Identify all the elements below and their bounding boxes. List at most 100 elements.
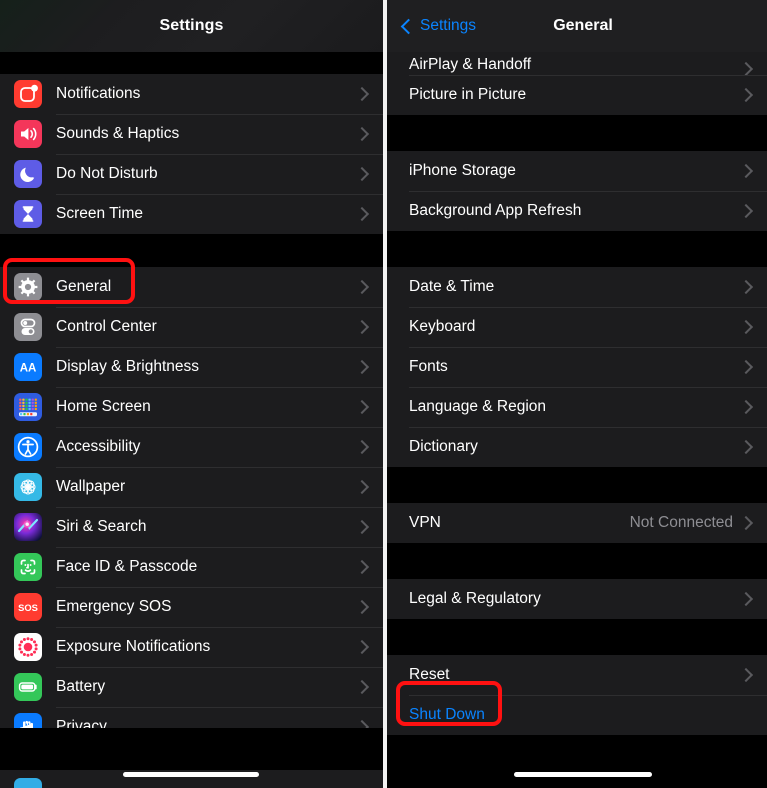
settings-row-date-time[interactable]: Date & Time [387, 267, 767, 307]
settings-row-siri-search[interactable]: Siri & Search [0, 507, 383, 547]
settings-row-label: Accessibility [56, 438, 141, 455]
chevron-right-icon [354, 479, 370, 495]
settings-row-home-screen[interactable]: Home Screen [0, 387, 383, 427]
chevron-right-icon [738, 439, 754, 455]
settings-row-label: General [56, 278, 112, 295]
back-button[interactable]: Settings [400, 17, 477, 35]
left-bottom-background [0, 728, 383, 770]
display-brightness-icon: AA [14, 353, 42, 381]
settings-row-control-center[interactable]: Control Center [0, 307, 383, 347]
settings-group: Date & Time Keyboard Fonts Language & Regio… [387, 267, 767, 467]
app-store-icon [14, 778, 42, 788]
gear-icon [14, 273, 42, 301]
settings-row-language-region[interactable]: Language & Region [387, 387, 767, 427]
settings-row-label: Background App Refresh [409, 202, 582, 219]
settings-row-label: Picture in Picture [409, 86, 527, 103]
settings-row-airplay-handoff[interactable]: AirPlay & Handoff [387, 52, 767, 77]
settings-row-label: Keyboard [409, 318, 476, 335]
home-indicator-left[interactable] [123, 772, 259, 777]
settings-row-value: Not Connected [629, 514, 733, 531]
home-screen-icon [14, 393, 42, 421]
settings-row-shut-down[interactable]: Shut Down [387, 695, 767, 735]
settings-row-emergency-sos[interactable]: SOS Emergency SOS [0, 587, 383, 627]
chevron-right-icon [738, 359, 754, 375]
settings-row-accessibility[interactable]: Accessibility [0, 427, 383, 467]
chevron-right-icon [354, 399, 370, 415]
settings-row-wallpaper[interactable]: Wallpaper [0, 467, 383, 507]
chevron-right-icon [738, 591, 754, 607]
settings-row-battery[interactable]: Battery [0, 667, 383, 707]
settings-row-vpn[interactable]: VPN Not Connected [387, 503, 767, 543]
page-title: Settings [159, 17, 224, 34]
settings-group-notifications: Notifications Sounds & Haptics Do Not Dist… [0, 74, 383, 234]
settings-row-keyboard[interactable]: Keyboard [387, 307, 767, 347]
settings-row-legal-regulatory[interactable]: Legal & Regulatory [387, 579, 767, 619]
hourglass-icon [14, 200, 42, 228]
right-bottom-background [387, 736, 767, 788]
chevron-right-icon [354, 279, 370, 295]
chevron-right-icon [354, 86, 370, 102]
settings-group: iPhone Storage Background App Refresh [387, 151, 767, 231]
settings-row-face-id-passcode[interactable]: Face ID & Passcode [0, 547, 383, 587]
settings-root-panel: Settings Notifications Sounds & Haptics Do… [0, 0, 383, 788]
settings-row-label: Shut Down [409, 706, 485, 723]
settings-row-label: Sounds & Haptics [56, 125, 180, 142]
chevron-right-icon [738, 515, 754, 531]
chevron-right-icon [738, 61, 754, 77]
right-navbar: Settings General [387, 0, 767, 52]
group-spacer [387, 619, 767, 655]
chevron-right-icon [354, 599, 370, 615]
group-spacer [387, 115, 767, 151]
chevron-left-icon [400, 18, 417, 34]
group-spacer [0, 52, 383, 74]
ios-settings-split-screenshot: Settings Notifications Sounds & Haptics Do… [0, 0, 767, 788]
settings-row-display-brightness[interactable]: AA Display & Brightness [0, 347, 383, 387]
settings-row-screen-time[interactable]: Screen Time [0, 194, 383, 234]
notifications-icon [14, 80, 42, 108]
settings-row-background-app-refresh[interactable]: Background App Refresh [387, 191, 767, 231]
control-center-icon [14, 313, 42, 341]
settings-row-do-not-disturb[interactable]: Do Not Disturb [0, 154, 383, 194]
settings-row-label: Battery [56, 678, 106, 695]
settings-row-label: Do Not Disturb [56, 165, 158, 182]
battery-icon [14, 673, 42, 701]
siri-icon [14, 513, 42, 541]
settings-group-general: General Control Center AA Display & Brightn… [0, 267, 383, 747]
settings-row-sounds-haptics[interactable]: Sounds & Haptics [0, 114, 383, 154]
back-button-label: Settings [420, 17, 477, 34]
settings-row-dictionary[interactable]: Dictionary [387, 427, 767, 467]
settings-row-label: Reset [409, 666, 450, 683]
settings-row-notifications[interactable]: Notifications [0, 74, 383, 114]
left-navbar: Settings [0, 0, 383, 52]
settings-group: VPN Not Connected [387, 503, 767, 543]
settings-row-exposure-notifications[interactable]: Exposure Notifications [0, 627, 383, 667]
settings-row-fonts[interactable]: Fonts [387, 347, 767, 387]
group-spacer [387, 467, 767, 503]
settings-row-general[interactable]: General [0, 267, 383, 307]
settings-group: Reset Shut Down [387, 655, 767, 735]
chevron-right-icon [738, 319, 754, 335]
group-spacer [387, 231, 767, 267]
settings-row-label: Legal & Regulatory [409, 590, 541, 607]
settings-row-iphone-storage[interactable]: iPhone Storage [387, 151, 767, 191]
svg-text:AA: AA [20, 363, 37, 375]
sound-icon [14, 120, 42, 148]
group-spacer [387, 543, 767, 579]
chevron-right-icon [738, 87, 754, 103]
chevron-right-icon [354, 559, 370, 575]
settings-row-reset[interactable]: Reset [387, 655, 767, 695]
settings-group: Legal & Regulatory [387, 579, 767, 619]
chevron-right-icon [354, 359, 370, 375]
svg-text:SOS: SOS [18, 602, 38, 613]
chevron-right-icon [738, 399, 754, 415]
group-spacer [0, 234, 383, 267]
chevron-right-icon [354, 166, 370, 182]
home-indicator-right[interactable] [514, 772, 652, 777]
moon-icon [14, 160, 42, 188]
exposure-notifications-icon [14, 633, 42, 661]
settings-row-label: Home Screen [56, 398, 151, 415]
settings-row-picture-in-picture[interactable]: Picture in Picture [387, 75, 767, 115]
face-id-icon [14, 553, 42, 581]
settings-row-label: Exposure Notifications [56, 638, 211, 655]
chevron-right-icon [354, 519, 370, 535]
